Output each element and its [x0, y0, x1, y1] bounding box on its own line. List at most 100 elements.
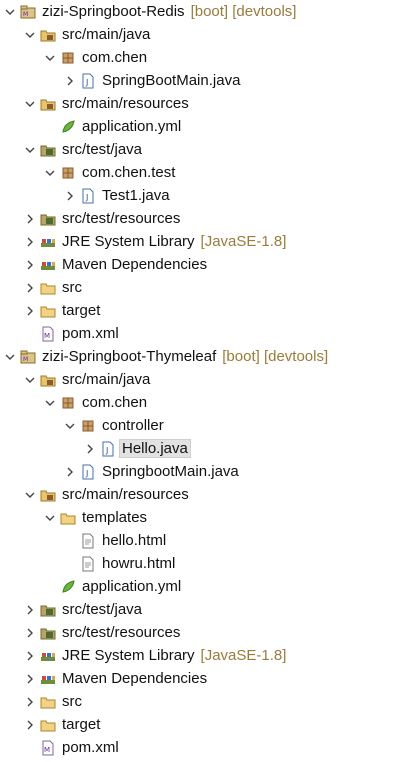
svg-text:J: J: [85, 78, 88, 87]
tree-item[interactable]: com.chen: [0, 391, 411, 414]
package-icon: [60, 50, 76, 66]
tree-item-decoration: [JavaSE-1.8]: [200, 647, 287, 664]
tree-item[interactable]: JRE System Library [JavaSE-1.8]: [0, 644, 411, 667]
chevron-right-icon[interactable]: [64, 466, 76, 478]
chevron-right-icon[interactable]: [84, 443, 96, 455]
tree-item[interactable]: src/test/java: [0, 598, 411, 621]
chevron-right-icon[interactable]: [24, 650, 36, 662]
chevron-right-icon[interactable]: [24, 627, 36, 639]
tree-item-label: com.chen: [82, 394, 148, 411]
tree-item[interactable]: Maven Dependencies: [0, 667, 411, 690]
chevron-right-icon[interactable]: [24, 696, 36, 708]
chevron-down-icon[interactable]: [24, 98, 36, 110]
tree-item[interactable]: src/main/java: [0, 23, 411, 46]
tree-item[interactable]: src: [0, 690, 411, 713]
tree-item[interactable]: Mpom.xml: [0, 322, 411, 345]
library-icon: [40, 671, 56, 687]
tree-item-decoration: [boot] [devtools]: [190, 3, 297, 20]
tree-item[interactable]: target: [0, 299, 411, 322]
chevron-right-icon[interactable]: [24, 259, 36, 271]
chevron-right-icon[interactable]: [24, 719, 36, 731]
chevron-right-icon[interactable]: [64, 75, 76, 87]
java-file-icon: J: [80, 188, 96, 204]
tree-item-label: src: [62, 279, 82, 296]
tree-item[interactable]: J SpringBootMain.java: [0, 69, 411, 92]
chevron-right-icon[interactable]: [24, 305, 36, 317]
tree-item[interactable]: com.chen.test: [0, 161, 411, 184]
tree-item-label: Maven Dependencies: [62, 670, 208, 687]
java-file-icon: J: [80, 73, 96, 89]
chevron-right-icon[interactable]: [64, 190, 76, 202]
tree-item-label: pom.xml: [62, 325, 119, 342]
chevron-down-icon[interactable]: [24, 144, 36, 156]
tree-item[interactable]: Maven Dependencies: [0, 253, 411, 276]
svg-text:J: J: [105, 446, 108, 455]
test-source-folder-icon: [40, 602, 56, 618]
tree-item[interactable]: src/main/java: [0, 368, 411, 391]
tree-item[interactable]: src/test/resources: [0, 621, 411, 644]
tree-item[interactable]: src/test/resources: [0, 207, 411, 230]
chevron-down-icon[interactable]: [4, 6, 16, 18]
tree-item[interactable]: src/main/resources: [0, 483, 411, 506]
tree-item[interactable]: src/test/java: [0, 138, 411, 161]
tree-item[interactable]: J SpringbootMain.java: [0, 460, 411, 483]
chevron-down-icon[interactable]: [44, 512, 56, 524]
spring-yml-icon: [60, 579, 76, 595]
java-file-icon: J: [100, 441, 116, 457]
tree-item[interactable]: JRE System Library [JavaSE-1.8]: [0, 230, 411, 253]
chevron-right-icon[interactable]: [24, 673, 36, 685]
tree-item[interactable]: src: [0, 276, 411, 299]
tree-item-label: com.chen: [82, 49, 148, 66]
tree-item[interactable]: J Hello.java: [0, 437, 411, 460]
spring-yml-icon: [60, 119, 76, 135]
tree-item[interactable]: templates: [0, 506, 411, 529]
chevron-right-icon[interactable]: [24, 282, 36, 294]
tree-item[interactable]: howru.html: [0, 552, 411, 575]
maven-project-icon: M: [20, 4, 36, 20]
chevron-down-icon[interactable]: [44, 52, 56, 64]
tree-item[interactable]: application.yml: [0, 575, 411, 598]
tree-item[interactable]: J Test1.java: [0, 184, 411, 207]
tree-item-label: application.yml: [82, 118, 182, 135]
source-folder-icon: [40, 487, 56, 503]
tree-item-label: controller: [102, 417, 164, 434]
tree-item[interactable]: target: [0, 713, 411, 736]
tree-item[interactable]: Mzizi-Springboot-Thymeleaf [boot] [devtoo…: [0, 345, 411, 368]
tree-item-label: target: [62, 302, 101, 319]
chevron-right-icon[interactable]: [24, 213, 36, 225]
chevron-down-icon[interactable]: [4, 351, 16, 363]
chevron-down-icon[interactable]: [24, 29, 36, 41]
tree-item-label: Test1.java: [102, 187, 170, 204]
tree-item[interactable]: Mpom.xml: [0, 736, 411, 759]
java-file-icon: J: [80, 464, 96, 480]
tree-item-label: src/test/resources: [62, 624, 181, 641]
folder-icon: [40, 694, 56, 710]
html-file-icon: [80, 556, 96, 572]
tree-item[interactable]: src/main/resources: [0, 92, 411, 115]
tree-item-label: Hello.java: [119, 439, 191, 458]
tree-item-label: src/main/java: [62, 26, 151, 43]
chevron-right-icon[interactable]: [24, 236, 36, 248]
tree-item-decoration: [JavaSE-1.8]: [200, 233, 287, 250]
tree-item-label: application.yml: [82, 578, 182, 595]
tree-item[interactable]: Mzizi-Springboot-Redis [boot] [devtools]: [0, 0, 411, 23]
tree-item[interactable]: hello.html: [0, 529, 411, 552]
test-source-folder-icon: [40, 142, 56, 158]
chevron-down-icon[interactable]: [24, 489, 36, 501]
tree-item[interactable]: application.yml: [0, 115, 411, 138]
chevron-right-icon[interactable]: [24, 604, 36, 616]
chevron-down-icon[interactable]: [44, 397, 56, 409]
chevron-down-icon[interactable]: [44, 167, 56, 179]
tree-item-label: SpringbootMain.java: [102, 463, 239, 480]
svg-text:M: M: [23, 356, 28, 363]
chevron-down-icon[interactable]: [24, 374, 36, 386]
tree-item-label: com.chen.test: [82, 164, 176, 181]
tree-item-decoration: [boot] [devtools]: [222, 348, 329, 365]
tree-item[interactable]: controller: [0, 414, 411, 437]
tree-item[interactable]: com.chen: [0, 46, 411, 69]
tree-item-label: zizi-Springboot-Thymeleaf: [42, 348, 217, 365]
maven-project-icon: M: [20, 349, 36, 365]
chevron-down-icon[interactable]: [64, 420, 76, 432]
tree-item-label: templates: [82, 509, 148, 526]
